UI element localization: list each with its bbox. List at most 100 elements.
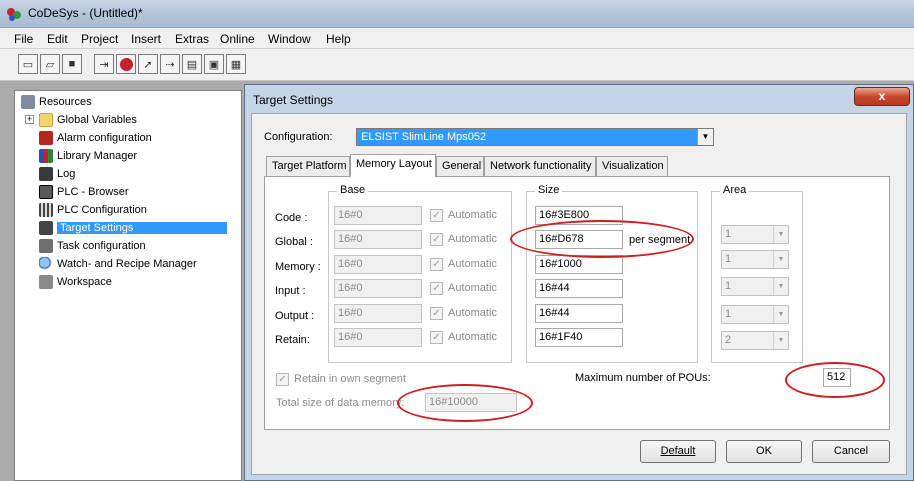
tree-item-plc-configuration[interactable]: PLC Configuration [39,202,147,218]
chevron-down-icon: ▼ [773,278,788,295]
retain-own-segment-checkbox[interactable]: ✓ [276,373,289,386]
stop-icon[interactable] [116,54,136,74]
annotation-ellipse-total-size [397,384,533,422]
row-label-code: Code : [275,212,308,224]
input-base-field[interactable]: 16#0 [334,279,422,298]
resources-icon [21,95,35,109]
memory-automatic-checkbox[interactable]: ✓ [430,258,443,271]
chevron-down-icon[interactable]: ▼ [697,129,713,145]
chevron-down-icon: ▼ [773,226,788,243]
base-group: Base 16#0 ✓ Automatic 16#0 ✓ Automatic 1… [328,184,512,363]
tree-item-workspace[interactable]: Workspace [39,274,112,290]
workspace-icon [39,275,53,289]
tree-item-resources[interactable]: Resources [21,94,92,110]
breakpoint-icon[interactable]: ▤ [182,54,202,74]
default-button[interactable]: Default [640,440,716,463]
open-folder-icon[interactable]: ▱ [40,54,60,74]
input-automatic-checkbox[interactable]: ✓ [430,282,443,295]
total-size-label: Total size of data memory: [276,397,405,409]
input-size-field[interactable]: 16#44 [535,279,623,298]
menu-extras[interactable]: Extras [175,32,209,46]
menu-online[interactable]: Online [220,32,255,46]
ok-button[interactable]: OK [726,440,802,463]
force-values-icon[interactable]: ▦ [226,54,246,74]
configuration-label: Configuration: [264,131,333,143]
codesys-app-icon [6,6,22,22]
tree-item-library-manager[interactable]: Library Manager [39,148,137,164]
login-icon[interactable]: ⇥ [94,54,114,74]
tree-item-plc-browser[interactable]: PLC - Browser [39,184,129,200]
retain-base-field[interactable]: 16#0 [334,328,422,347]
menu-edit[interactable]: Edit [47,32,68,46]
code-automatic-checkbox[interactable]: ✓ [430,209,443,222]
save-icon[interactable]: ■ [62,54,82,74]
target-icon [39,221,53,235]
annotation-ellipse-global-size [510,220,694,258]
close-icon: x [878,89,886,103]
annotation-ellipse-max-pous [785,362,885,398]
tree-item-watch-recipe-manager[interactable]: Watch- and Recipe Manager [39,256,197,272]
tab-visualization[interactable]: Visualization [596,156,668,176]
retain-automatic-label: Automatic [448,331,497,343]
resources-tree-panel[interactable]: Resources + Global Variables Alarm confi… [14,90,242,481]
retain-size-field[interactable]: 16#1F40 [535,328,623,347]
global-automatic-label: Automatic [448,233,497,245]
configuration-select[interactable]: ELSIST SlimLine Mps052 ▼ [356,128,714,146]
output-automatic-label: Automatic [448,307,497,319]
menu-window[interactable]: Window [268,32,311,46]
new-file-icon[interactable]: ▭ [18,54,38,74]
output-base-field[interactable]: 16#0 [334,304,422,323]
menu-bar: File Edit Project Insert Extras Online W… [0,28,914,49]
target-settings-dialog: Target Settings x Configuration: ELSIST … [244,84,914,481]
plc-config-icon [39,203,53,217]
app-titlebar: CoDeSys - (Untitled)* [0,0,914,28]
retain-automatic-checkbox[interactable]: ✓ [430,331,443,344]
max-pous-label: Maximum number of POUs: [575,372,711,384]
memory-automatic-label: Automatic [448,258,497,270]
input-area-select[interactable]: 1 ▼ [721,305,789,324]
memory-layout-panel: Code : Global : Memory : Input : Output … [264,176,890,430]
input-automatic-label: Automatic [448,282,497,294]
row-label-memory: Memory : [275,261,321,273]
code-area-select[interactable]: 1 ▼ [721,225,789,244]
chevron-down-icon: ▼ [773,332,788,349]
tab-target-platform[interactable]: Target Platform [266,156,350,176]
menu-insert[interactable]: Insert [131,32,161,46]
area-group: Area 1 ▼ 1 ▼ 1 ▼ 1 ▼ 2 ▼ [711,184,803,363]
write-values-icon[interactable]: ▣ [204,54,224,74]
global-automatic-checkbox[interactable]: ✓ [430,233,443,246]
output-size-field[interactable]: 16#44 [535,304,623,323]
task-icon [39,239,53,253]
menu-project[interactable]: Project [81,32,118,46]
dialog-title: Target Settings [253,93,334,107]
output-automatic-checkbox[interactable]: ✓ [430,307,443,320]
expand-toggle-icon[interactable]: + [25,115,34,124]
code-base-field[interactable]: 16#0 [334,206,422,225]
log-icon [39,167,53,181]
step-icon[interactable]: ⇢ [160,54,180,74]
tree-item-alarm-configuration[interactable]: Alarm configuration [39,130,152,146]
chevron-down-icon: ▼ [773,251,788,268]
app-title: CoDeSys - (Untitled)* [28,6,143,20]
tab-network-functionality[interactable]: Network functionality [484,156,596,176]
global-area-select[interactable]: 1 ▼ [721,250,789,269]
row-label-input: Input : [275,285,306,297]
tree-item-task-configuration[interactable]: Task configuration [39,238,146,254]
tab-memory-layout[interactable]: Memory Layout [350,154,436,177]
menu-help[interactable]: Help [326,32,351,46]
row-label-retain: Retain: [275,334,310,346]
library-icon [39,149,53,163]
tab-general[interactable]: General [436,156,484,176]
menu-file[interactable]: File [14,32,33,46]
cancel-button[interactable]: Cancel [812,440,890,463]
retain-area-select[interactable]: 2 ▼ [721,331,789,350]
global-base-field[interactable]: 16#0 [334,230,422,249]
tree-item-log[interactable]: Log [39,166,75,182]
memory-base-field[interactable]: 16#0 [334,255,422,274]
run-icon[interactable]: ➚ [138,54,158,74]
base-group-title: Base [337,184,369,196]
dialog-close-button[interactable]: x [854,87,910,106]
tree-item-global-variables[interactable]: Global Variables [39,112,137,128]
tree-item-target-settings[interactable]: Target Settings [39,220,227,236]
memory-area-select[interactable]: 1 ▼ [721,277,789,296]
